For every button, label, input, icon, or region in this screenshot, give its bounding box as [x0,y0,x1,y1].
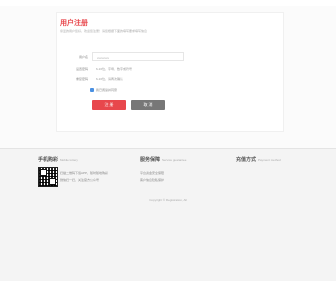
service-title: 服务保障 Service guarantee [140,156,186,163]
mobile-title: 手机购彩 Mobile lottery [38,156,78,163]
top-bar [0,0,336,6]
service-subtitle: Service guarantee [162,158,187,162]
agree-checkbox[interactable] [90,88,94,93]
submit-button[interactable]: 注 册 [92,100,126,110]
agree-label: 我已阅读并同意 [96,88,118,92]
page-title: 用户注册 [60,20,88,27]
agree-row[interactable]: 我已阅读并同意 [90,88,118,93]
username-row: 用户名 xxxxxxxx [66,52,246,62]
username-input[interactable]: xxxxxxxx [92,52,184,61]
qr-code [38,167,58,187]
mobile-line-2: 微信扫一扫，关注官方公众号 [60,178,100,182]
service-line-1: 平台资金安全保障 [140,171,165,175]
confirm-password-label: 重复密码 [75,77,88,81]
password-label: 设置密码 [75,67,88,71]
username-label: 用户名 [78,55,88,59]
payment-subtitle: Payment method [258,158,281,162]
copyright: Copyright © Registration, All [149,198,187,202]
mobile-title-text: 手机购彩 [38,157,59,163]
confirm-password-row: 重复密码 6-16位，请再次确认 [66,74,246,84]
mobile-subtitle: Mobile lottery [60,158,78,162]
payment-title: 充值方式 Payment method [236,156,281,163]
payment-title-text: 充值方式 [236,157,257,163]
page-subtitle: 亲爱的用户您好，欢迎您注册！请您根据下面的填写要求填写信息 [60,29,148,33]
service-line-2: 客户信息隐私保护 [140,178,165,182]
password-input[interactable]: 6-16位，字母、数字或符号 [92,65,136,73]
mobile-line-1: 扫描二维码下载APP，随时随地购彩 [60,171,109,175]
cancel-button[interactable]: 取 消 [131,100,165,110]
password-row: 设置密码 6-16位，字母、数字或符号 [66,64,246,74]
confirm-password-input[interactable]: 6-16位，请再次确认 [92,75,127,83]
service-title-text: 服务保障 [140,157,161,163]
